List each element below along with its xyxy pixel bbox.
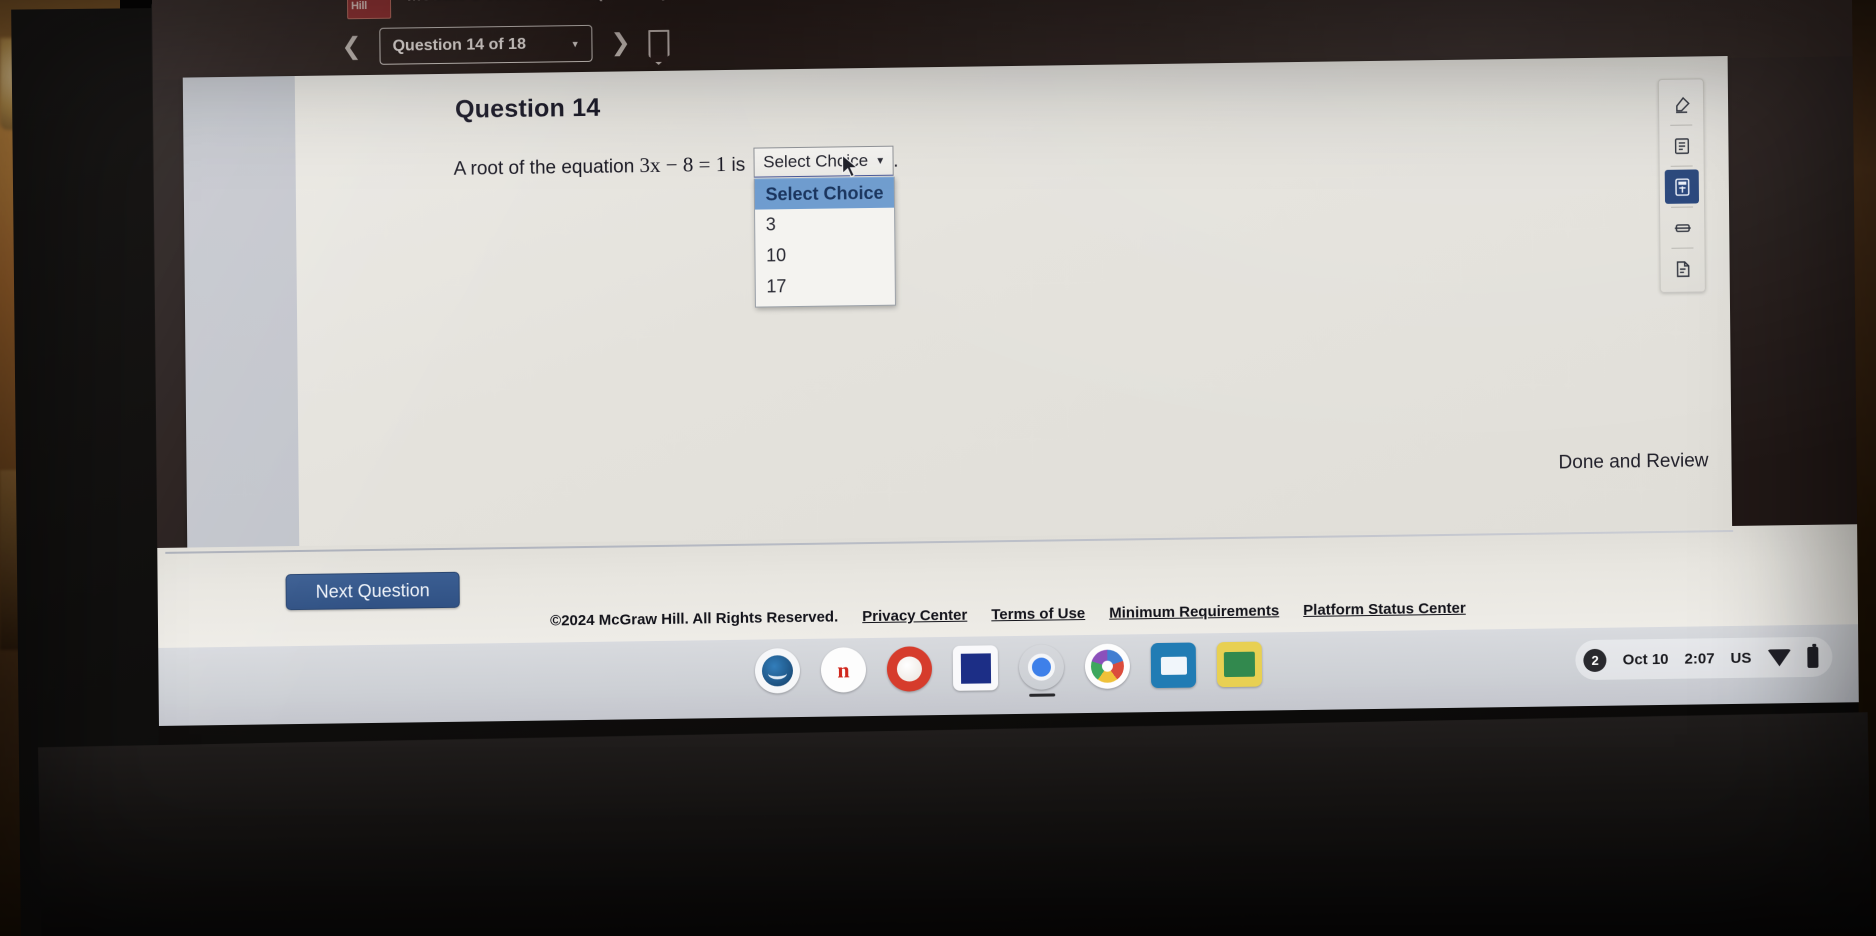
wave-app-icon[interactable] — [754, 648, 801, 694]
calculator-icon[interactable] — [1664, 169, 1700, 204]
wifi-icon[interactable] — [1767, 648, 1792, 667]
answer-option[interactable]: Select Choice — [754, 176, 894, 210]
answer-options-list[interactable]: Select Choice 3 10 17 — [753, 176, 896, 308]
question-text: A root of the equation 3x − 8 = 1 is — [453, 148, 746, 183]
terms-of-use-link[interactable]: Terms of Use — [991, 605, 1085, 623]
next-question-button[interactable]: Next Question — [285, 571, 460, 611]
answer-option[interactable]: 10 — [755, 239, 894, 272]
bookmark-flag-icon[interactable] — [648, 29, 670, 56]
prompt-suffix: is — [731, 154, 746, 176]
system-tray[interactable]: 2 Oct 10 2:07 US — [1575, 636, 1833, 681]
reference-sheet-icon[interactable] — [1665, 251, 1699, 285]
highlighter-icon[interactable] — [1664, 87, 1698, 121]
answer-dropdown[interactable]: Select Choice ▼ Select Choice 3 10 17 — [753, 145, 896, 308]
minimum-requirements-link[interactable]: Minimum Requirements — [1109, 602, 1279, 621]
answer-option[interactable]: 3 — [755, 208, 894, 241]
divider — [1670, 165, 1693, 167]
question-content-area: Question 14 A root of the equation 3x − … — [295, 56, 1732, 546]
prompt-period: . — [893, 150, 899, 172]
chevron-down-icon: ▼ — [875, 155, 886, 167]
done-and-review-button[interactable]: Done and Review — [1558, 450, 1708, 474]
app-running-indicator — [1028, 693, 1055, 697]
tray-date[interactable]: Oct 10 — [1623, 650, 1669, 668]
newsela-app-icon[interactable]: n — [820, 647, 867, 693]
notes-icon[interactable] — [1664, 128, 1698, 162]
divider — [1671, 206, 1694, 208]
prompt-prefix: A root of the equation — [453, 156, 635, 180]
divider — [1670, 124, 1693, 126]
presentation-app-icon[interactable] — [1150, 642, 1197, 689]
tool-palette — [1657, 78, 1706, 293]
mcgraw-hill-logo: Graw Hill — [346, 0, 392, 20]
next-question-icon[interactable]: ❯ — [606, 29, 634, 56]
question-selector-dropdown[interactable]: Question 14 of 18 ▼ — [379, 24, 593, 65]
page-title: Question 14 — [454, 93, 601, 124]
strikethrough-icon[interactable] — [1665, 210, 1699, 244]
divider — [1671, 247, 1694, 249]
answer-select-closed[interactable]: Select Choice ▼ — [753, 145, 894, 178]
page-left-rail — [182, 76, 300, 548]
laptop-photo: Graw Hill Module 5 Test Form A2 (RATMS) … — [0, 0, 1876, 936]
shelf-app-icons: n — [754, 641, 1263, 697]
question-prompt: A root of the equation 3x − 8 = 1 is Sel… — [453, 145, 899, 308]
google-classroom-app-icon[interactable] — [1216, 641, 1263, 688]
tray-locale[interactable]: US — [1730, 649, 1751, 666]
notification-badge[interactable]: 2 — [1583, 648, 1607, 672]
tray-time[interactable]: 2:07 — [1684, 650, 1714, 667]
laptop-base — [37, 712, 1872, 936]
test-page: Question 14 A root of the equation 3x − … — [182, 56, 1733, 548]
equation-text: 3x − 8 = 1 — [639, 151, 727, 178]
pinwheel-app-icon[interactable] — [1084, 643, 1131, 690]
answer-option[interactable]: 17 — [755, 270, 894, 303]
logo-line-2: Hill — [351, 0, 368, 13]
platform-status-center-link[interactable]: Platform Status Center — [1303, 600, 1466, 619]
battery-icon[interactable] — [1807, 646, 1819, 668]
answer-select-value: Select Choice — [763, 151, 869, 172]
privacy-center-link[interactable]: Privacy Center — [862, 607, 967, 625]
copyright-text: ©2024 McGraw Hill. All Rights Reserved. — [550, 608, 839, 630]
question-navigation: ❮ Question 14 of 18 ▼ ❯ — [337, 24, 670, 66]
chrome-app-icon[interactable] — [1019, 644, 1064, 697]
question-selector-label: Question 14 of 18 — [392, 35, 527, 55]
chevron-down-icon: ▼ — [570, 38, 580, 49]
test-title: Module 5 Test Form A2 (RATMS) — [407, 0, 668, 5]
document-app-icon[interactable] — [952, 645, 999, 691]
laptop-screen: Graw Hill Module 5 Test Form A2 (RATMS) … — [152, 0, 1859, 726]
palette-app-icon[interactable] — [886, 646, 933, 692]
previous-question-icon[interactable]: ❮ — [337, 33, 365, 60]
